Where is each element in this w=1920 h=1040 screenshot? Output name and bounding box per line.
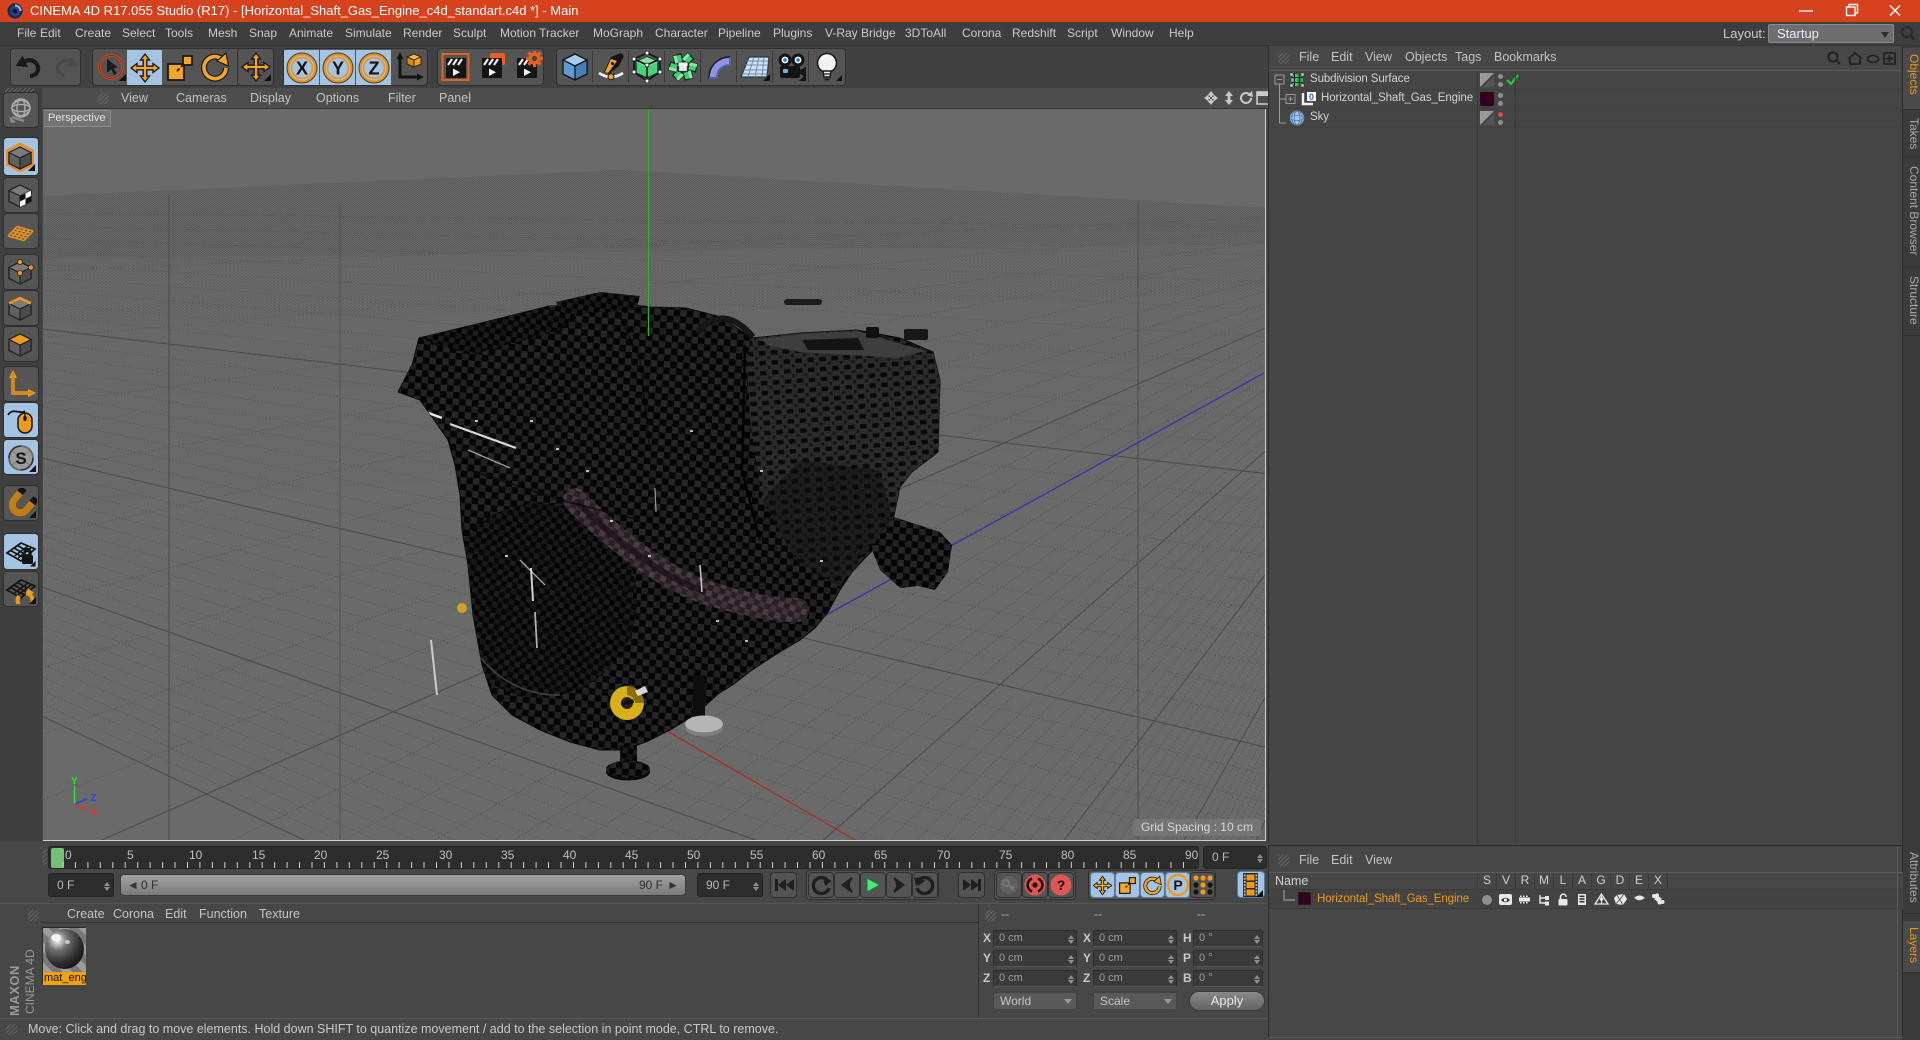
svg-text:X: X xyxy=(295,58,307,78)
svg-text:Z: Z xyxy=(91,793,97,804)
svg-text:Y: Y xyxy=(71,776,78,787)
svg-text:?: ? xyxy=(1057,877,1066,893)
svg-text:X: X xyxy=(91,807,98,818)
svg-text:Y: Y xyxy=(331,58,343,78)
svg-text:Z: Z xyxy=(368,58,379,78)
svg-text:P: P xyxy=(1173,877,1182,893)
svg-text:S: S xyxy=(15,449,26,468)
